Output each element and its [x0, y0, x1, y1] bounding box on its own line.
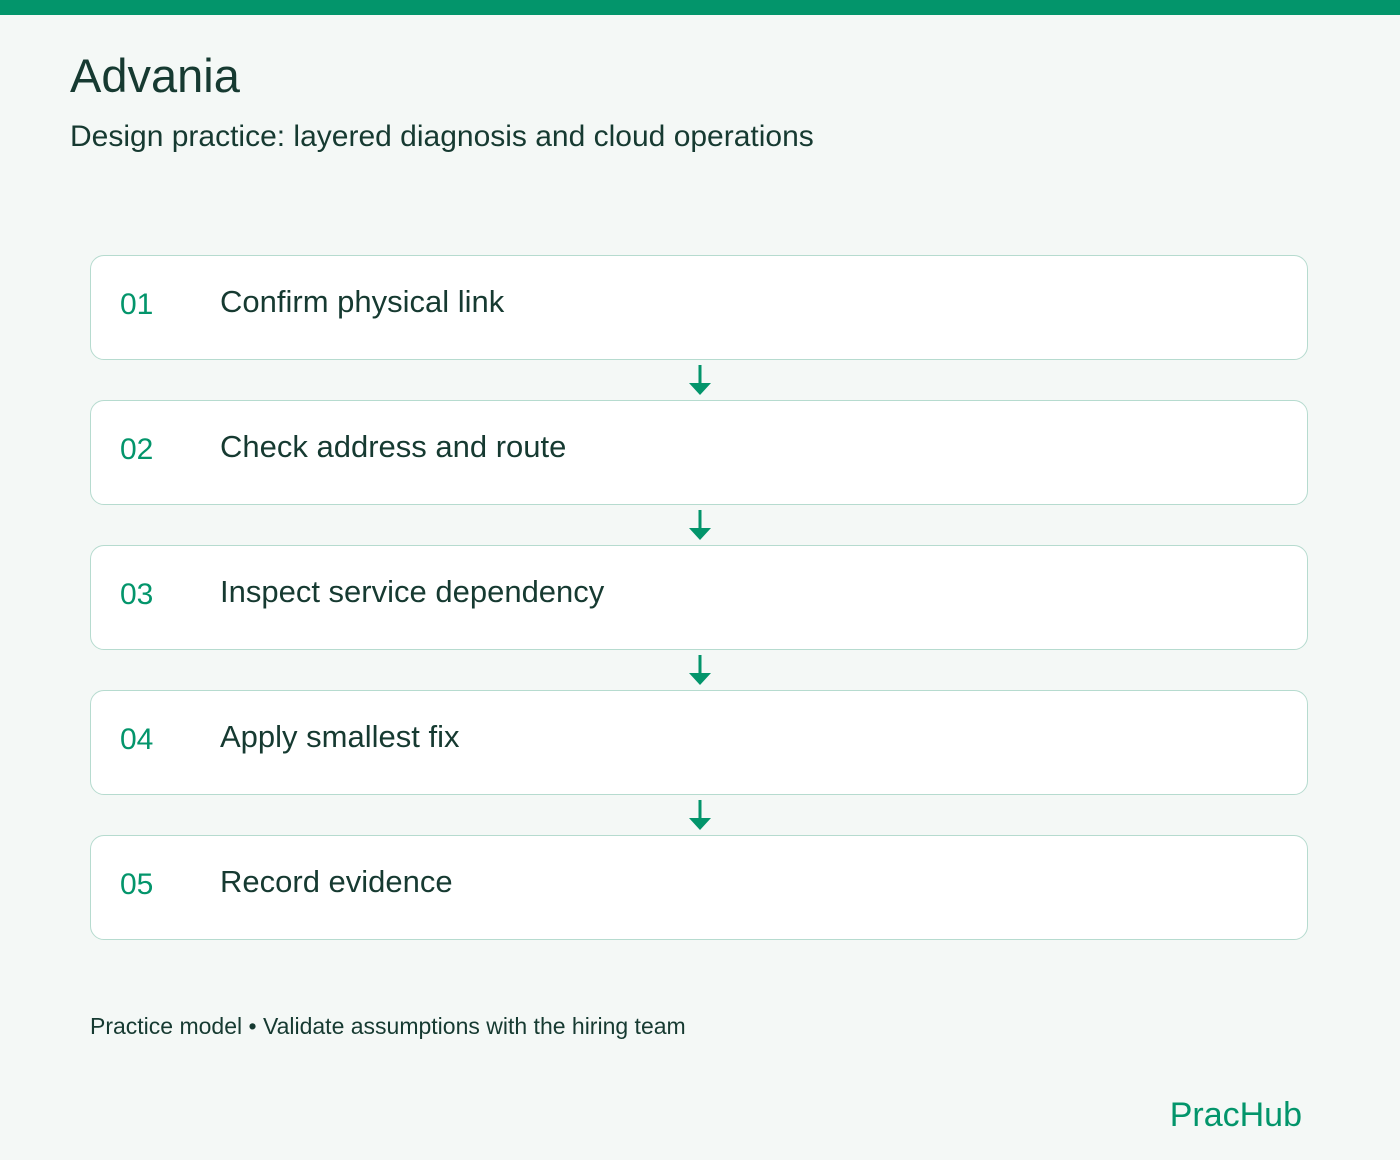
brand-logo-text: PracHub — [1169, 1096, 1302, 1134]
step-number: 02 — [120, 433, 154, 466]
step-number: 03 — [120, 578, 154, 611]
step-card-1: 01 Confirm physical link — [90, 255, 1308, 360]
step-card-5: 05 Record evidence — [90, 835, 1308, 940]
step-label: Confirm physical link — [220, 284, 505, 319]
step-number: 05 — [120, 868, 154, 901]
arrow-down-icon — [689, 365, 711, 395]
step-number: 01 — [120, 288, 154, 321]
arrow-down-icon — [689, 800, 711, 830]
footer-note: Practice model • Validate assumptions wi… — [90, 1013, 686, 1039]
step-card-4: 04 Apply smallest fix — [90, 690, 1308, 795]
arrow-down-icon — [689, 510, 711, 540]
step-card-3: 03 Inspect service dependency — [90, 545, 1308, 650]
step-label: Check address and route — [220, 429, 567, 464]
process-flow: 01 Confirm physical link 02 Check addres… — [0, 0, 1400, 1160]
step-card-2: 02 Check address and route — [90, 400, 1308, 505]
step-label: Inspect service dependency — [220, 574, 605, 609]
arrow-down-icon — [689, 655, 711, 685]
step-label: Apply smallest fix — [220, 719, 460, 754]
step-label: Record evidence — [220, 864, 453, 899]
step-number: 04 — [120, 723, 154, 756]
